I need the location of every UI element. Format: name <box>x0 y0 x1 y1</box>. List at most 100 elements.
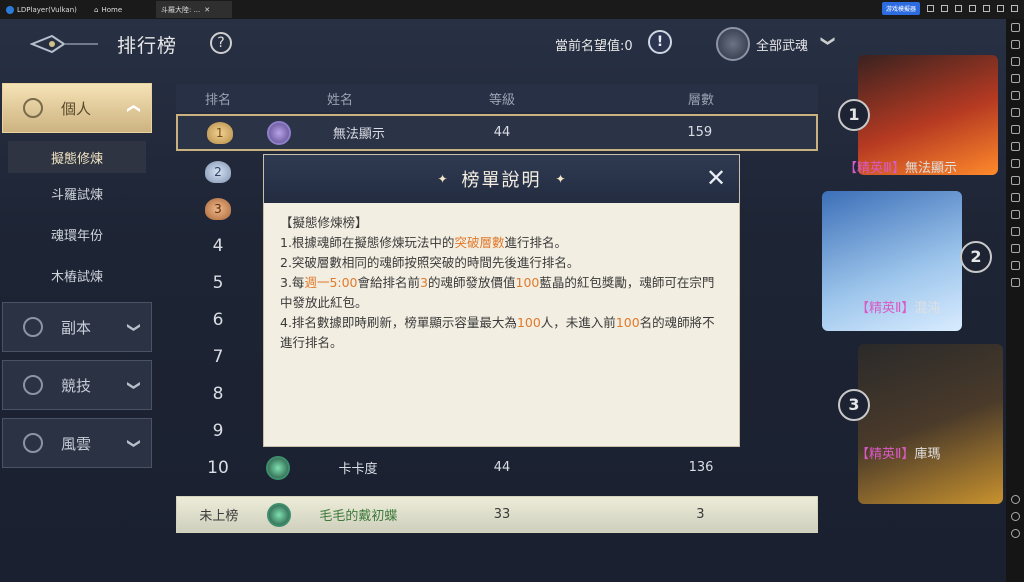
chevron-down-icon: ❯ <box>126 321 142 333</box>
fullscreen-icon[interactable] <box>1010 108 1020 117</box>
menu-personal[interactable]: 個人 ❯ <box>2 83 152 133</box>
recent-nav-icon[interactable] <box>1010 529 1020 538</box>
personal-icon <box>23 98 43 118</box>
keyboard-icon[interactable] <box>1010 40 1020 49</box>
rule-4-highlight-top: 100 <box>615 315 640 330</box>
rank-cell: 5 <box>212 272 224 293</box>
modal-body: 【擬態修煉榜】 1.根據魂師在擬態修煉玩法中的突破層數進行排名。 2.突破層數相… <box>264 203 739 353</box>
submenu-item-mimic[interactable]: 擬態修煉 <box>8 141 146 173</box>
home-icon: ⌂ <box>94 5 99 14</box>
home-nav-icon[interactable] <box>1010 512 1020 521</box>
rule-3-text: 3.每 <box>280 275 305 290</box>
avatar-cell <box>260 455 296 480</box>
header-level: 等級 <box>488 92 515 108</box>
back-nav-icon[interactable] <box>1010 495 1020 504</box>
fengyun-icon <box>23 433 43 453</box>
menu-fengyun[interactable]: 風雲 ❯ <box>2 418 152 468</box>
modal-title: 榜單說明 <box>461 170 542 191</box>
minimize-icon[interactable] <box>983 5 990 12</box>
gamepad-icon[interactable] <box>927 5 934 12</box>
shake-icon[interactable] <box>1010 278 1020 287</box>
emulator-badge[interactable]: 游戏模擬器 <box>881 2 920 15</box>
close-icon[interactable]: ✕ <box>703 165 729 191</box>
submenu-item-stake[interactable]: 木樁試煉 <box>2 255 152 296</box>
header-rank: 排名 <box>204 92 231 108</box>
soul-emblem-icon[interactable] <box>716 27 750 61</box>
screenshot-icon[interactable] <box>1010 91 1020 100</box>
rule-3-text-b: 會給排名前 <box>357 275 421 290</box>
top3-portrait[interactable] <box>858 344 1003 504</box>
cut-icon[interactable] <box>1010 176 1020 185</box>
menu-arena[interactable]: 競技 ❯ <box>2 360 152 410</box>
game-tab[interactable]: 斗羅大陸: ... ✕ <box>156 1 232 18</box>
dungeon-icon <box>23 317 43 337</box>
modal-header: ✦ 榜單說明 ✦ ✕ <box>264 155 739 203</box>
submenu-item-soul-ring[interactable]: 魂環年份 <box>2 214 152 255</box>
apk-icon[interactable] <box>1010 193 1020 202</box>
game-tab-label: 斗羅大陸: ... <box>161 5 201 14</box>
submenu-item-douluo[interactable]: 斗羅試煉 <box>2 173 152 214</box>
menu-arena-label: 競技 <box>61 376 92 395</box>
rank-cell: 9 <box>212 420 224 441</box>
record-icon[interactable] <box>1010 142 1020 151</box>
game-screen: 排行榜 ? 當前名望值:0 ! 全部武魂 ❯ 個人 ❯ 擬態修煉 斗羅試煉 魂環… <box>0 19 1006 582</box>
self-name-cell: 毛毛的戴初蝶 <box>319 509 398 524</box>
volume-up-icon[interactable] <box>1010 57 1020 66</box>
home-tab-label: Home <box>101 5 123 14</box>
rule-1-text-end: 進行排名。 <box>504 235 567 250</box>
rank-cell: 3 <box>176 197 260 220</box>
menu-dungeon[interactable]: 副本 ❯ <box>2 302 152 352</box>
header-name: 姓名 <box>326 92 353 108</box>
floor-cell: 136 <box>688 460 714 475</box>
header-floor: 層數 <box>687 92 714 108</box>
screen-icon[interactable] <box>941 5 948 12</box>
top1-name-label: 【精英Ⅲ】無法顯示 <box>844 157 957 176</box>
rotate-icon[interactable] <box>1010 125 1020 134</box>
menu-personal-label: 個人 <box>61 99 92 118</box>
chevron-up-icon: ❯ <box>126 102 142 114</box>
ldplayer-logo-icon <box>6 5 14 14</box>
avatar-cell <box>261 502 297 527</box>
leaderboard-header: 排行榜 ? 當前名望值:0 ! 全部武魂 ❯ <box>0 19 1006 71</box>
info-icon[interactable]: ! <box>648 30 672 54</box>
maximize-icon[interactable] <box>997 5 1004 12</box>
silver-medal-icon: 2 <box>205 160 231 183</box>
location-icon[interactable] <box>1010 261 1020 270</box>
name-cell: 卡卡度 <box>338 462 378 477</box>
volume-down-icon[interactable] <box>1010 74 1020 83</box>
chevron-down-icon: ❯ <box>126 379 142 391</box>
avatar[interactable] <box>266 502 291 527</box>
settings-icon[interactable] <box>1010 23 1020 32</box>
top2-name-label: 【精英Ⅱ】混沌 <box>856 297 940 316</box>
home-tab[interactable]: ⌂ Home <box>94 6 154 14</box>
rank-cell: 10 <box>207 457 229 478</box>
close-tab-icon[interactable]: ✕ <box>204 6 210 14</box>
close-window-icon[interactable] <box>1011 5 1018 12</box>
rule-4: 4.排名數據即時刷新，榜單顯示容量最大為100人，未進入前100名的魂師將不進行… <box>280 313 723 353</box>
table-row[interactable]: 1 無法顯示 44 159 <box>176 114 818 151</box>
table-row[interactable]: 10 卡卡度 44 136 <box>176 449 818 486</box>
menu-icon[interactable] <box>969 5 976 12</box>
top3-name: 庫瑪 <box>914 447 941 462</box>
modal-heading: 【擬態修煉榜】 <box>280 215 368 230</box>
self-rank-row[interactable]: 未上榜 毛毛的戴初蝶 33 3 <box>176 496 818 533</box>
titlebar-controls: 游戏模擬器 <box>881 2 1018 15</box>
floor-cell: 159 <box>687 125 713 140</box>
multi-instance-icon[interactable] <box>1010 159 1020 168</box>
rank-cell: 7 <box>212 346 224 367</box>
help-icon[interactable]: ? <box>210 32 232 54</box>
sync-icon[interactable] <box>1010 210 1020 219</box>
operation-icon[interactable] <box>1010 227 1020 236</box>
soul-filter-dropdown[interactable]: 全部武魂 <box>756 35 808 54</box>
rule-4-highlight-max: 100 <box>516 315 541 330</box>
folder-icon[interactable] <box>1010 244 1020 253</box>
top3-name-label: 【精英Ⅱ】庫瑪 <box>856 443 940 462</box>
rule-3-highlight-value: 100 <box>515 275 540 290</box>
chevron-down-icon[interactable]: ❯ <box>820 35 836 47</box>
back-wing-icon[interactable] <box>30 33 100 55</box>
avatar[interactable] <box>267 120 292 145</box>
account-icon[interactable] <box>955 5 962 12</box>
leaderboard-info-modal: ✦ 榜單說明 ✦ ✕ 【擬態修煉榜】 1.根據魂師在擬態修煉玩法中的突破層數進行… <box>263 154 740 447</box>
self-floor-cell: 3 <box>696 507 705 522</box>
avatar[interactable] <box>266 455 290 480</box>
